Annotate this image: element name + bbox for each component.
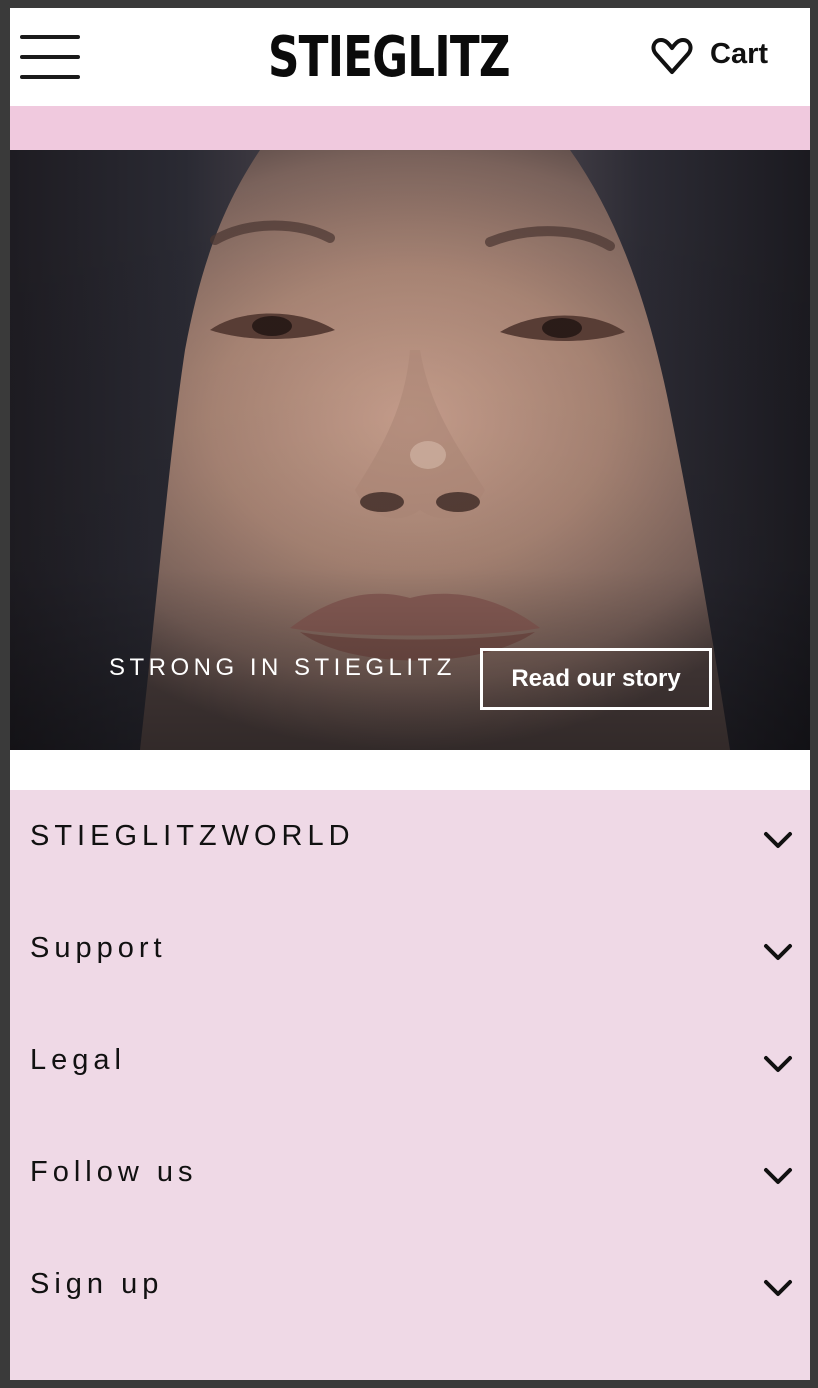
chevron-down-icon[interactable]	[762, 1052, 794, 1076]
cart-link[interactable]: Cart	[710, 36, 768, 72]
page: STIEGLITZ Cart STRONG IN STIEGLITZ Read …	[10, 8, 810, 1380]
promo-band	[10, 106, 810, 150]
accordion-legal[interactable]: Legal	[10, 1014, 810, 1126]
chevron-down-icon[interactable]	[762, 940, 794, 964]
site-header: STIEGLITZ Cart	[10, 8, 810, 106]
accordion-follow-us[interactable]: Follow us	[10, 1126, 810, 1238]
read-our-story-button[interactable]: Read our story	[480, 648, 712, 710]
accordion-label: Support	[30, 932, 167, 964]
hamburger-menu-icon[interactable]	[20, 35, 82, 81]
accordion-support[interactable]: Support	[10, 902, 810, 1014]
footer-accordion: STIEGLITZWORLD Support Legal Follow us S…	[10, 790, 810, 1380]
accordion-label: Legal	[30, 1044, 126, 1076]
accordion-label: STIEGLITZWORLD	[30, 820, 355, 852]
accordion-label: Follow us	[30, 1156, 198, 1188]
hero-caption: STRONG IN STIEGLITZ	[109, 654, 456, 681]
chevron-down-icon[interactable]	[762, 1276, 794, 1300]
brand-logo[interactable]: STIEGLITZ	[268, 26, 511, 90]
accordion-sign-up[interactable]: Sign up	[10, 1238, 810, 1350]
accordion-label: Sign up	[30, 1268, 164, 1300]
chevron-down-icon[interactable]	[762, 1164, 794, 1188]
heart-icon[interactable]	[650, 36, 694, 76]
accordion-stieglitzworld[interactable]: STIEGLITZWORLD	[10, 790, 810, 902]
chevron-down-icon[interactable]	[762, 828, 794, 852]
hero-banner: STRONG IN STIEGLITZ Read our story	[10, 150, 810, 750]
